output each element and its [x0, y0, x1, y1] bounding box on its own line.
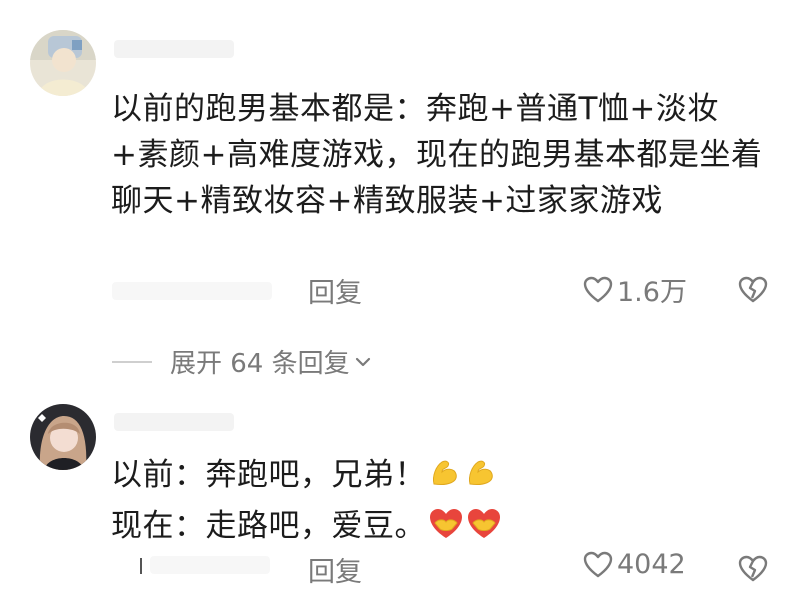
reply-button[interactable]: 回复	[308, 271, 362, 310]
avatar-image	[30, 30, 96, 96]
avatar-image	[30, 404, 96, 470]
flexed-biceps-icon	[428, 456, 462, 503]
comment-2-text: 以前：奔跑吧，兄弟！ 现在：走路吧，爱豆。	[111, 452, 761, 554]
handshake-heart-icon	[466, 507, 502, 554]
expand-replies-button[interactable]: 展开 64 条回复	[112, 343, 372, 380]
flexed-biceps-icon	[464, 456, 498, 503]
like-count: 1.6万	[617, 277, 687, 308]
comment-2-line-2: 现在：走路吧，爱豆。	[111, 503, 761, 554]
username-placeholder-2	[114, 413, 234, 431]
comment-2-line-2-text: 现在：走路吧，爱豆。	[111, 508, 426, 544]
timestamp-placeholder-2	[150, 556, 270, 574]
broken-heart-icon	[738, 555, 768, 582]
like-button-2[interactable]: 4042	[583, 549, 686, 580]
avatar-comment-2[interactable]	[30, 404, 96, 470]
handshake-heart-icon	[428, 507, 464, 554]
like-button[interactable]: 1.6万	[583, 270, 687, 309]
reply-button-2[interactable]: 回复	[308, 550, 362, 589]
username-placeholder	[114, 40, 234, 58]
dislike-button-2[interactable]	[738, 555, 768, 587]
heart-outline-icon	[583, 276, 613, 302]
comment-1-text: 以前的跑男基本都是：奔跑+普通T恤+淡妆+素颜+高难度游戏，现在的跑男基本都是坐…	[111, 91, 763, 219]
expand-replies-label: 展开 64 条回复	[170, 349, 350, 379]
timestamp-marker	[140, 558, 142, 574]
dislike-button[interactable]	[738, 276, 768, 308]
like-count-2: 4042	[617, 549, 686, 580]
timestamp-placeholder	[112, 282, 272, 300]
chevron-down-icon	[355, 357, 370, 366]
broken-heart-icon	[738, 276, 768, 303]
heart-outline-icon	[583, 551, 613, 577]
comment-2-line-1-text: 以前：奔跑吧，兄弟！	[111, 457, 426, 493]
divider-line	[112, 360, 152, 363]
comment-2-line-1: 以前：奔跑吧，兄弟！	[111, 452, 761, 503]
avatar-comment-1[interactable]	[30, 30, 96, 96]
